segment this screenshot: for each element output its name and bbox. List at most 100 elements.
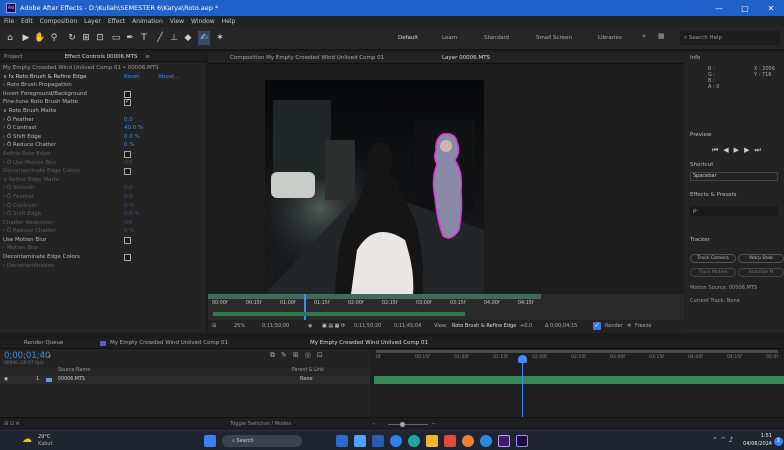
zoom-in-icon[interactable]: ⌣ (432, 421, 435, 427)
playback-controls[interactable]: ⏮◀▶▶⏭ (712, 146, 766, 155)
effect-property-row[interactable]: › Ö Shift Edge 0.0 % (3, 210, 203, 219)
effect-property-row[interactable]: › Ö Reduce Chatter 0 % (3, 227, 203, 236)
offset-value[interactable]: +0.0 (520, 323, 532, 329)
selection-tool-icon[interactable]: ▶ (20, 31, 32, 45)
layer-visibility-icon[interactable]: ◉ (4, 376, 8, 384)
parent-dropdown[interactable]: None (300, 376, 313, 384)
roto-brush-tool-icon[interactable]: ✍ (198, 31, 210, 45)
workspace-small-screen[interactable]: Small Screen (536, 35, 572, 41)
effects-search-input[interactable]: ρ- (690, 206, 778, 216)
workspace-default[interactable]: Default (398, 35, 418, 41)
clock-date[interactable]: 04/06/2024 (732, 441, 772, 447)
freeze-icon[interactable]: ❄ (627, 323, 631, 329)
windows-start-icon[interactable] (204, 435, 216, 447)
timeline-current-time[interactable]: 0;00;01;40 (4, 351, 50, 361)
zoom-out-icon[interactable]: ⌢ (372, 421, 375, 427)
property-value[interactable]: 0.0 % (124, 133, 140, 142)
layer-label-color[interactable] (46, 378, 52, 382)
layer-name[interactable]: 00006.MTS (58, 376, 85, 384)
effect-property-row[interactable]: Invert Foreground/Background (3, 90, 203, 99)
effect-property-row[interactable]: Decontaminate Edge Colors (3, 253, 203, 262)
property-value[interactable]: 0 % (124, 227, 134, 236)
eraser-tool-icon[interactable]: ◆ (182, 31, 194, 45)
after-effects-taskbar-icon[interactable] (516, 435, 528, 447)
toggle-switches-modes[interactable]: Toggle Switches / Modes (230, 421, 291, 427)
home-icon[interactable]: ⌂ (4, 31, 16, 45)
brush-tool-icon[interactable]: ╱ (154, 31, 166, 45)
weather-temp[interactable]: 29°C (38, 434, 50, 440)
effect-property-row[interactable]: Decontaminate Edge Colors (3, 167, 203, 176)
camera-tool-icon[interactable]: ⊞ (80, 31, 92, 45)
effect-property-row[interactable]: › Ö Smooth 0.0 (3, 184, 203, 193)
magnification-icon[interactable]: ⊞ (212, 323, 216, 329)
timeline-search-icon[interactable]: ⌕ (48, 353, 51, 361)
property-value[interactable]: 40.0 % (124, 124, 143, 133)
property-value[interactable]: 0.0 (124, 116, 133, 125)
maximize-button[interactable]: ▢ (732, 4, 758, 13)
effect-property-row[interactable]: ∨ Roto Brush Matte (3, 107, 203, 116)
property-checkbox[interactable] (124, 168, 131, 176)
app-icon-teal[interactable] (408, 435, 420, 447)
pan-behind-tool-icon[interactable]: ⊡ (94, 31, 106, 45)
property-value[interactable]: 0 % (124, 202, 134, 211)
edge-browser-icon[interactable] (390, 435, 402, 447)
clock-time[interactable]: 1:51 (740, 433, 772, 439)
menu-window[interactable]: Window (191, 18, 215, 25)
about-link[interactable]: About... (158, 73, 180, 82)
playhead-handle[interactable] (518, 355, 527, 363)
property-checkbox[interactable] (124, 90, 131, 98)
reset-link[interactable]: Reset (124, 73, 139, 82)
premiere-pro-icon[interactable] (498, 435, 510, 447)
tab-render-queue[interactable]: Render Queue (24, 340, 63, 346)
more-workspaces-icon[interactable]: » (642, 32, 646, 40)
tab-composition[interactable]: Composition My Empty Crowded Wind Unlive… (230, 55, 384, 61)
task-view-icon[interactable] (336, 435, 348, 447)
property-value[interactable]: 0.0 % (124, 210, 140, 219)
rotation-tool-icon[interactable]: ↻ (66, 31, 78, 45)
channel-icons[interactable]: ▣ ▤ ▦ ⟳ (322, 323, 345, 329)
taskbar-search-input[interactable]: ⌕ Search (222, 435, 302, 447)
effect-property-row[interactable]: › Ö Contrast 40.0 % (3, 124, 203, 133)
property-checkbox[interactable] (124, 98, 131, 107)
menu-view[interactable]: View (170, 18, 184, 25)
status-icons[interactable]: ⊞ ⊡ ✲ (4, 421, 20, 427)
hand-tool-icon[interactable]: ✋ (34, 31, 46, 45)
property-value[interactable]: 0.0 (124, 184, 133, 193)
effect-property-row[interactable]: Use Motion Blur (3, 236, 203, 245)
property-checkbox[interactable] (124, 254, 131, 262)
viewer-playhead[interactable] (304, 294, 306, 320)
track-motion-button[interactable]: Track Motion (690, 268, 736, 277)
video-frame[interactable] (265, 80, 484, 294)
effect-property-row[interactable]: › Roto Brush Propagation (3, 81, 203, 90)
browser-icon[interactable] (462, 435, 474, 447)
effect-property-row[interactable]: Fine-tune Roto Brush Matte (3, 98, 203, 107)
work-area-bar[interactable] (213, 312, 465, 316)
effect-property-row[interactable]: › Ö Feather 0.0 (3, 116, 203, 125)
panel-menu-icon[interactable]: ≡ (145, 54, 150, 60)
snapshot-icon[interactable]: ◉ (308, 323, 312, 329)
effect-property-row[interactable]: › Ö Reduce Chatter 0 % (3, 141, 203, 150)
effect-property-row[interactable]: › Ö Contrast 0 % (3, 202, 203, 211)
tab-project[interactable]: Project (4, 54, 23, 60)
render-checkbox[interactable]: ✓ (593, 322, 601, 330)
property-value[interactable]: Off (124, 159, 132, 168)
layer-timeline-ruler[interactable]: 00;00f 00;15f 01;00f 01;15f 02;00f 02;15f 03;0… (208, 294, 541, 320)
current-time-display[interactable]: 0;11;50;00 (262, 323, 289, 329)
search-help-input[interactable]: ⌕ Search Help (680, 31, 780, 45)
timeline-zoom-handle[interactable] (400, 422, 405, 427)
menu-composition[interactable]: Composition (40, 18, 77, 25)
property-value[interactable]: 0.0 (124, 193, 133, 202)
notification-badge[interactable]: 1 (774, 437, 783, 446)
tab-timeline-comp-2[interactable]: My Empty Crowded Wind Unlived Comp 01 (310, 340, 428, 346)
stabilize-motion-button[interactable]: Stabilize M (738, 268, 784, 277)
clone-tool-icon[interactable]: ⊥ (168, 31, 180, 45)
menu-animation[interactable]: Animation (132, 18, 163, 25)
close-button[interactable]: ✕ (758, 4, 784, 13)
property-checkbox[interactable] (124, 236, 131, 244)
rectangle-tool-icon[interactable]: ▭ (110, 31, 122, 45)
file-explorer-icon[interactable] (354, 435, 366, 447)
workspace-libraries[interactable]: Libraries (598, 35, 622, 41)
weather-desc[interactable]: Kabut (38, 441, 53, 447)
track-camera-button[interactable]: Track Camera (690, 254, 736, 263)
file-manager-icon[interactable] (426, 435, 438, 447)
